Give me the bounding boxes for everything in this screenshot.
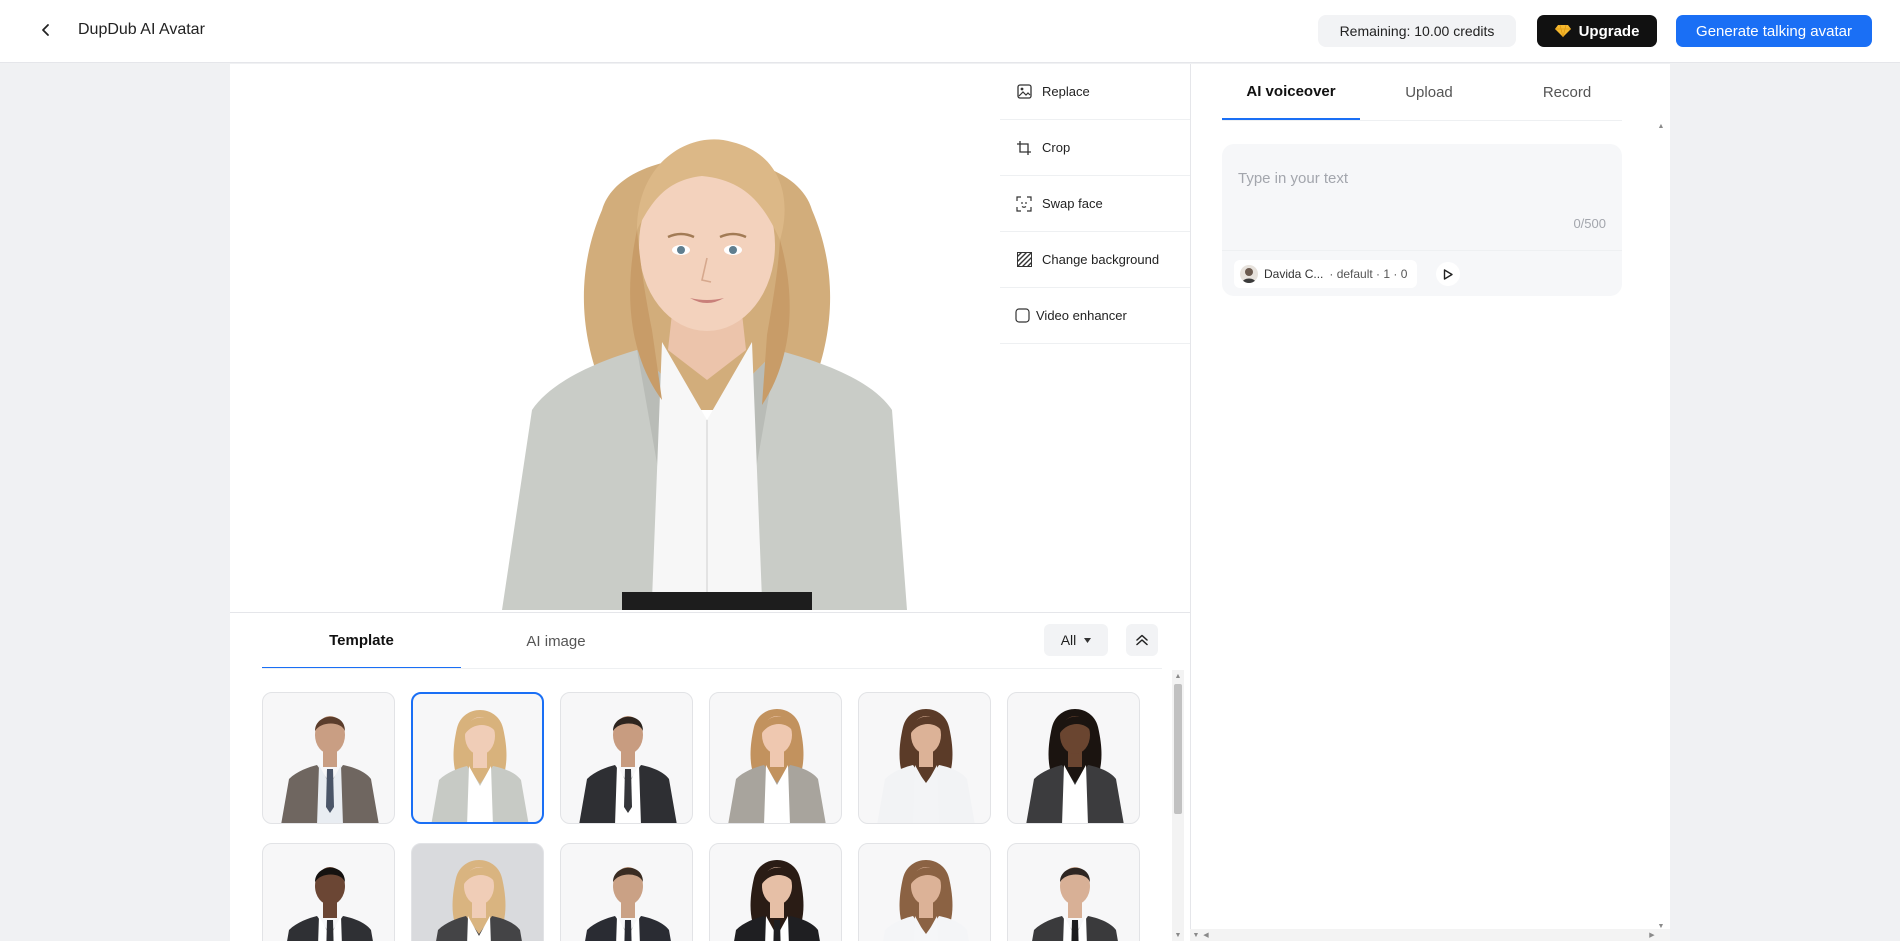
- template-thumbnail-image: [431, 710, 529, 822]
- voice-name: Davida C...: [1264, 267, 1324, 281]
- tab-upload[interactable]: Upload: [1360, 64, 1498, 120]
- library-tabs: Template AI image: [262, 613, 1162, 669]
- crop-tool[interactable]: Crop: [1000, 120, 1190, 176]
- tool-list: Replace Crop Swap face Change background…: [1000, 64, 1190, 354]
- upgrade-label: Upgrade: [1578, 22, 1640, 40]
- template-card[interactable]: [560, 843, 693, 941]
- replace-tool[interactable]: Replace: [1000, 64, 1190, 120]
- template-card[interactable]: [411, 843, 544, 941]
- template-card[interactable]: [411, 692, 544, 824]
- voiceover-scroll-up-icon[interactable]: ▲: [1655, 120, 1667, 132]
- voice-settings: · default · 1 · 0: [1329, 267, 1408, 281]
- tab-record[interactable]: Record: [1498, 64, 1636, 120]
- crop-icon: [1016, 140, 1032, 156]
- voiceover-scrollbar[interactable]: ▲ ▼: [1655, 120, 1667, 932]
- template-thumbnail-image: [728, 709, 826, 823]
- voiceover-panel: AI voiceover Upload Record 0/500 Davida …: [1190, 64, 1670, 941]
- voiceover-tabs-divider: [1222, 120, 1622, 121]
- template-thumbnail-image: [585, 867, 671, 941]
- tab-ai-image[interactable]: AI image: [461, 613, 651, 669]
- voice-separator: [1222, 250, 1622, 251]
- collapse-button[interactable]: [1126, 624, 1158, 656]
- tab-template[interactable]: Template: [262, 613, 461, 669]
- face-scan-icon: [1016, 195, 1032, 212]
- play-voice-button[interactable]: [1436, 262, 1460, 286]
- change-background-label: Change background: [1042, 252, 1160, 267]
- upgrade-button[interactable]: Upgrade: [1537, 15, 1657, 47]
- diamond-icon: [1554, 24, 1571, 38]
- category-filter-dropdown[interactable]: All: [1044, 624, 1108, 656]
- template-card[interactable]: [858, 843, 991, 941]
- template-card[interactable]: [262, 843, 395, 941]
- caret-down-icon: [1084, 637, 1092, 643]
- template-card[interactable]: [858, 692, 991, 824]
- template-card[interactable]: [262, 692, 395, 824]
- avatar-preview: [230, 64, 1000, 612]
- template-card[interactable]: [709, 843, 842, 941]
- scroll-right-arrow-icon[interactable]: ▶: [1646, 929, 1658, 941]
- template-thumbnail-image: [287, 867, 373, 941]
- template-thumbnail-image: [877, 709, 975, 823]
- tab-ai-voiceover[interactable]: AI voiceover: [1222, 64, 1360, 120]
- crop-label: Crop: [1042, 140, 1071, 155]
- swap-face-tool[interactable]: Swap face: [1000, 176, 1190, 232]
- template-thumbnail-image: [1026, 709, 1124, 823]
- credits-badge: Remaining: 10.00 credits: [1318, 15, 1516, 47]
- filter-value: All: [1060, 632, 1077, 648]
- template-scrollbar-thumb[interactable]: [1174, 684, 1182, 814]
- script-text-input[interactable]: [1238, 158, 1606, 198]
- editor-panel: Replace Crop Swap face Change background…: [230, 64, 1190, 941]
- back-button[interactable]: [34, 18, 58, 42]
- swap-face-label: Swap face: [1042, 196, 1103, 211]
- character-counter: 0/500: [1573, 216, 1606, 231]
- checkbox-icon[interactable]: [1014, 308, 1030, 324]
- video-enhancer-label: Video enhancer: [1036, 308, 1127, 323]
- template-thumbnail-image: [734, 860, 820, 941]
- horizontal-scrollbar[interactable]: ▼ ◀ ▶: [1190, 929, 1670, 941]
- library-tabs-divider: [262, 668, 1162, 669]
- avatar-preview-image: [502, 139, 907, 610]
- template-thumbnail-image: [436, 860, 522, 941]
- template-thumbnail-image: [1032, 867, 1118, 941]
- template-thumbnail-image: [883, 860, 969, 941]
- scroll-down-arrow-icon[interactable]: ▼: [1172, 929, 1184, 941]
- template-card[interactable]: [1007, 692, 1140, 824]
- scroll-up-arrow-icon[interactable]: ▲: [1172, 670, 1184, 682]
- chevron-left-icon: [42, 24, 49, 36]
- script-editor: 0/500 Davida C... · default · 1 · 0: [1222, 144, 1622, 296]
- template-card[interactable]: [1007, 843, 1140, 941]
- image-icon: [1016, 84, 1032, 100]
- template-scrollbar[interactable]: ▲ ▼: [1172, 670, 1184, 941]
- voice-selector[interactable]: Davida C... · default · 1 · 0: [1234, 260, 1418, 288]
- video-enhancer-tool[interactable]: Video enhancer: [1000, 288, 1190, 344]
- background-pattern-icon: [1016, 252, 1032, 268]
- double-chevron-up-icon: [1136, 634, 1148, 646]
- app-title: DupDub AI Avatar: [78, 21, 205, 38]
- template-card[interactable]: [560, 692, 693, 824]
- play-icon: [1443, 268, 1453, 280]
- template-card[interactable]: [709, 692, 842, 824]
- replace-label: Replace: [1042, 84, 1090, 99]
- template-grid: [262, 692, 1162, 941]
- voice-avatar: [1240, 265, 1258, 283]
- generate-talking-avatar-button[interactable]: Generate talking avatar: [1676, 15, 1872, 47]
- scroll-left-arrow-icon[interactable]: ◀: [1200, 929, 1212, 941]
- template-thumbnail-image: [281, 716, 379, 823]
- top-header: DupDub AI Avatar Remaining: 10.00 credit…: [0, 0, 1900, 63]
- template-thumbnail-image: [579, 716, 677, 823]
- change-background-tool[interactable]: Change background: [1000, 232, 1190, 288]
